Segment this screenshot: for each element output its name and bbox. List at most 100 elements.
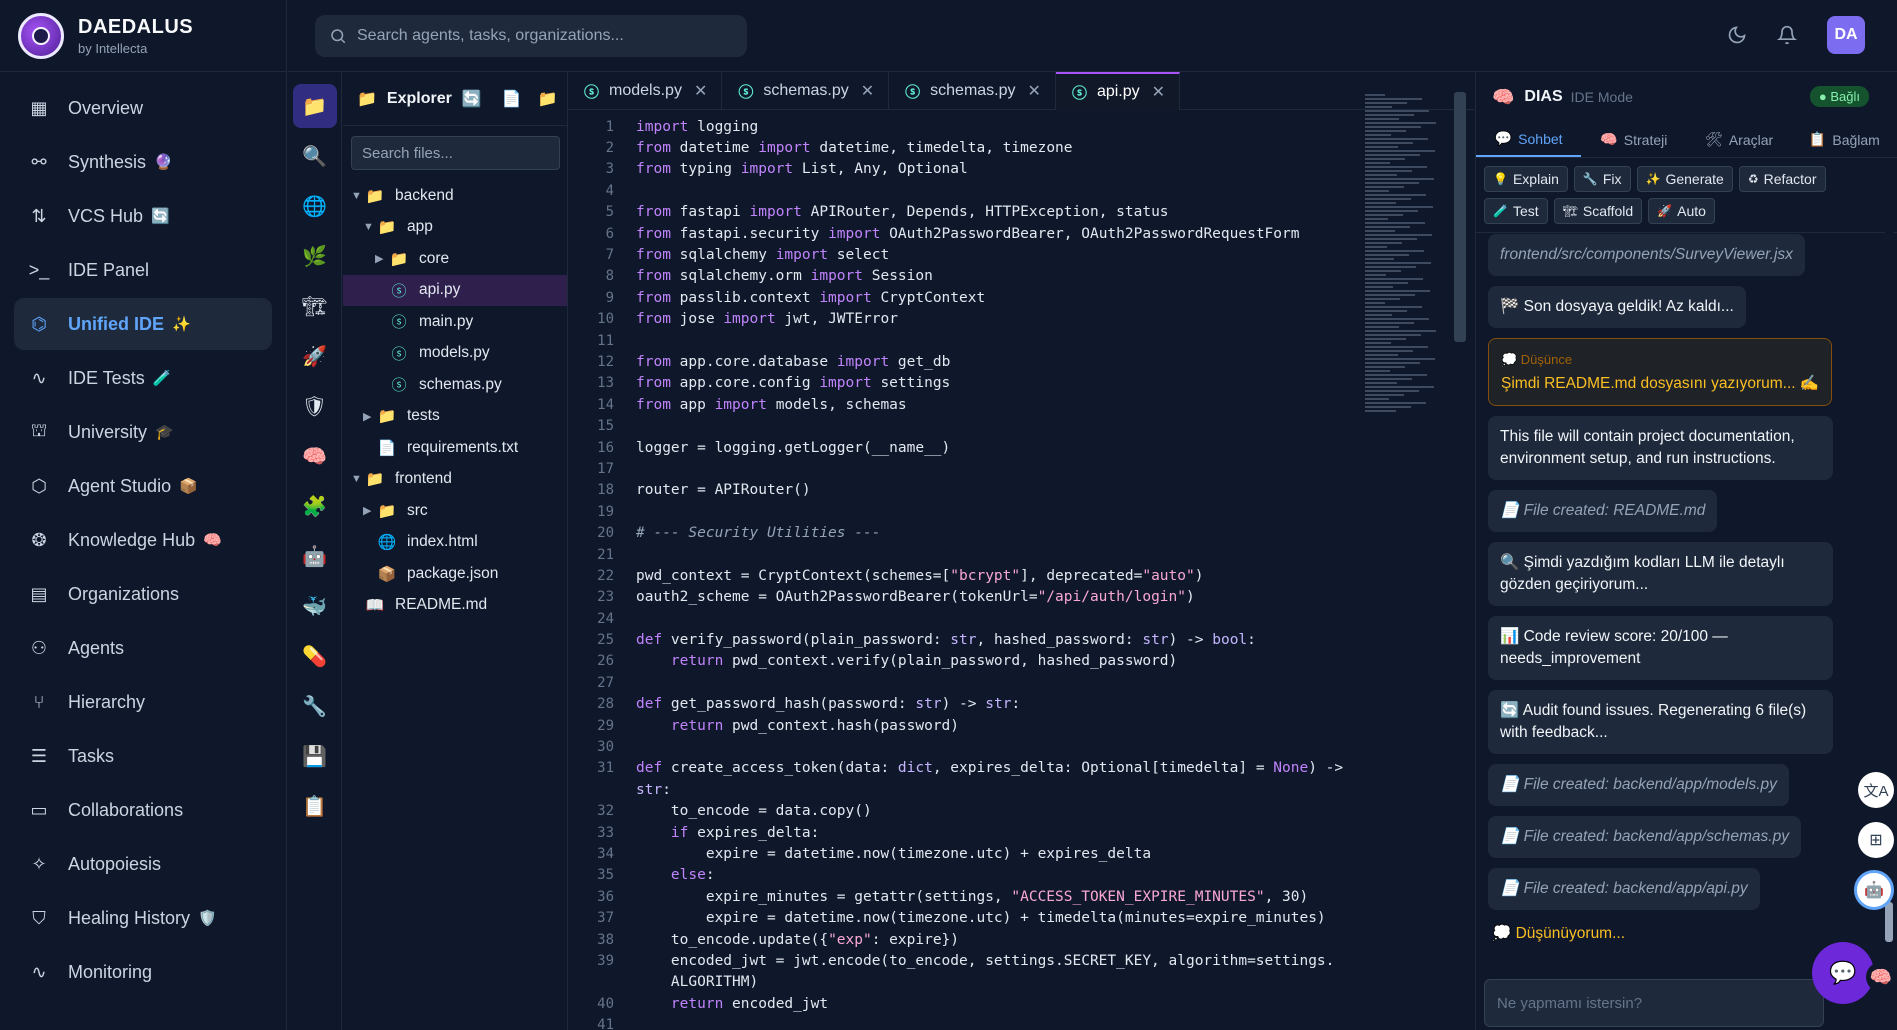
tree-item[interactable]: ▶ 📁 src (343, 495, 567, 527)
editor-tab[interactable]: ⓢ models.py ✕ (568, 72, 723, 110)
brand[interactable]: DAEDALUS by Intellecta (0, 0, 286, 72)
nav-item-label: Unified IDE (68, 313, 165, 334)
brain-icon[interactable]: 🧠 (293, 434, 337, 478)
nav-item-tasks[interactable]: ☰ Tasks (14, 730, 272, 782)
nav-item-monitoring[interactable]: ∿ Monitoring (14, 946, 272, 998)
shield-icon[interactable]: 🛡 (293, 384, 337, 428)
dias-tab-strateji[interactable]: 🧠 Strateji (1581, 122, 1686, 157)
tree-item[interactable]: ▶ 📁 core (343, 243, 567, 275)
editor-tab[interactable]: ⓢ schemas.py ✕ (722, 72, 890, 110)
global-search[interactable] (315, 15, 747, 57)
new-file-icon[interactable]: 📄 (502, 89, 522, 109)
user-avatar[interactable]: DA (1827, 16, 1865, 54)
editor-tab[interactable]: ⓢ schemas.py ✕ (889, 72, 1056, 110)
nav-item-overview[interactable]: ▦ Overview (14, 82, 272, 134)
robot-icon[interactable]: 🤖 (293, 534, 337, 578)
moon-icon[interactable] (1727, 25, 1747, 45)
nav-item-agent-studio[interactable]: ⬡ Agent Studio 📦 (14, 460, 272, 512)
nav-item-healing-history[interactable]: ⛉ Healing History 🛡️ (14, 892, 272, 944)
plant-icon[interactable]: 🌿 (293, 234, 337, 278)
editor-tab[interactable]: ⓢ api.py ✕ (1055, 72, 1181, 110)
test-button[interactable]: 🧪 Test (1484, 198, 1548, 224)
code-text: def verify_password(plain_password: str,… (636, 632, 1256, 649)
tree-item[interactable]: ⓢ main.py (343, 306, 567, 338)
tree-item[interactable]: 📄 requirements.txt (343, 432, 567, 464)
close-icon[interactable]: ✕ (1152, 82, 1165, 102)
close-icon[interactable]: ✕ (1028, 81, 1041, 101)
minimap-line (1365, 190, 1389, 192)
auto-button[interactable]: 🚀 Auto (1648, 198, 1715, 224)
close-icon[interactable]: ✕ (861, 81, 874, 101)
refresh-icon[interactable]: 🔄 (462, 89, 482, 109)
brand-name: DAEDALUS (78, 15, 194, 38)
tree-item[interactable]: ▼ 📁 backend (343, 180, 567, 212)
tree-item[interactable]: ⓢ api.py (343, 274, 567, 306)
tree-item[interactable]: ⓢ models.py (343, 338, 567, 370)
minimap[interactable] (1365, 92, 1437, 422)
assistant-robot-icon[interactable]: 🤖 (1854, 870, 1894, 910)
minimap-line (1365, 110, 1429, 112)
code-line: 7 from sqlalchemy import select (568, 244, 1368, 265)
scaffold-button[interactable]: 🏗 Scaffold (1553, 198, 1643, 224)
line-number: 14 (597, 396, 614, 413)
clipboard-icon[interactable]: 📋 (293, 784, 337, 828)
apps-grid-icon[interactable]: ⊞ (1858, 822, 1894, 858)
minimap-line (1365, 402, 1426, 404)
code-line: 6 from fastapi.security import OAuth2Pass… (568, 223, 1368, 244)
editor-scrollbar[interactable] (1454, 92, 1466, 342)
nav-item-unified-ide[interactable]: ⌬ Unified IDE ✨ (14, 298, 272, 350)
tree-item[interactable]: ⓢ schemas.py (343, 369, 567, 401)
chat-bubble-icon[interactable]: 💬 (1812, 942, 1874, 1004)
dias-tab-bağlam[interactable]: 📋 Bağlam (1792, 122, 1897, 157)
nav-item-collaborations[interactable]: ▭ Collaborations (14, 784, 272, 836)
nav-item-knowledge-hub[interactable]: ❂ Knowledge Hub 🧠 (14, 514, 272, 566)
tree-item[interactable]: 📖 README.md (343, 590, 567, 622)
explorer-folder-icon[interactable]: 📁 (292, 84, 337, 128)
nav-item-hierarchy[interactable]: ⑂ Hierarchy (14, 676, 272, 728)
architecture-icon[interactable]: 🏗 (293, 284, 337, 328)
tree-item[interactable]: ▼ 📁 frontend (343, 464, 567, 496)
code-line: 39 encoded_jwt = jwt.encode(to_encode, s… (568, 950, 1368, 971)
nav-item-organizations[interactable]: ▤ Organizations (14, 568, 272, 620)
blocks-icon[interactable]: 🧩 (293, 484, 337, 528)
tree-item[interactable]: ▶ 📁 tests (343, 401, 567, 433)
tree-item-label: core (419, 249, 450, 267)
tree-item[interactable]: 🌐 index.html (343, 527, 567, 559)
tree-item[interactable]: ▼ 📁 app (343, 212, 567, 244)
dias-tab-sohbet[interactable]: 💬 Sohbet (1476, 122, 1582, 157)
wrench-icon[interactable]: 🔧 (293, 684, 337, 728)
rocket-icon[interactable]: 🚀 (293, 334, 337, 378)
translate-icon[interactable]: 文A (1858, 772, 1894, 808)
search-files-icon[interactable]: 🔍 (293, 134, 337, 178)
fix-button[interactable]: 🔧 Fix (1573, 166, 1631, 192)
html-file-icon: 🌐 (377, 534, 397, 552)
code-area[interactable]: 1 import logging 2 from datetime import dat… (568, 116, 1368, 1030)
tree-item[interactable]: 📦 package.json (343, 558, 567, 590)
nav-item-ide-tests[interactable]: ∿ IDE Tests 🧪 (14, 352, 272, 404)
nav-item-university[interactable]: ⛫ University 🎓 (14, 406, 272, 458)
close-icon[interactable]: ✕ (694, 81, 707, 101)
new-folder-icon[interactable]: 📁 (538, 89, 558, 109)
explain-button[interactable]: 💡 Explain (1484, 166, 1568, 192)
globe-icon[interactable]: 🌐 (293, 184, 337, 228)
bell-icon[interactable] (1777, 25, 1797, 45)
docker-icon[interactable]: 🐳 (293, 584, 337, 628)
dias-tab-icon: 🛠 (1705, 131, 1723, 147)
nav-item-autopoiesis[interactable]: ✧ Autopoiesis (14, 838, 272, 890)
pill-icon[interactable]: 💊 (293, 634, 337, 678)
refactor-button[interactable]: ♻ Refactor (1738, 166, 1826, 192)
chat-input[interactable] (1484, 979, 1824, 1027)
nav-item-synthesis[interactable]: ⚯ Synthesis 🔮 (14, 136, 272, 188)
file-search-input[interactable] (351, 136, 560, 170)
line-number: 9 (605, 289, 614, 306)
line-number: 29 (597, 717, 614, 734)
dias-tab-araçlar[interactable]: 🛠 Araçlar (1687, 122, 1792, 157)
save-icon[interactable]: 💾 (293, 734, 337, 778)
global-search-input[interactable] (357, 27, 727, 45)
brain-float-icon[interactable]: 🧠 (1866, 962, 1896, 992)
nav-item-vcs-hub[interactable]: ⇅ VCS Hub 🔄 (14, 190, 272, 242)
nav-item-agents[interactable]: ⚇ Agents (14, 622, 272, 674)
generate-button[interactable]: ✨ Generate (1636, 166, 1733, 192)
nav-item-ide-panel[interactable]: >_ IDE Panel (14, 244, 272, 296)
minimap-line (1365, 330, 1436, 332)
